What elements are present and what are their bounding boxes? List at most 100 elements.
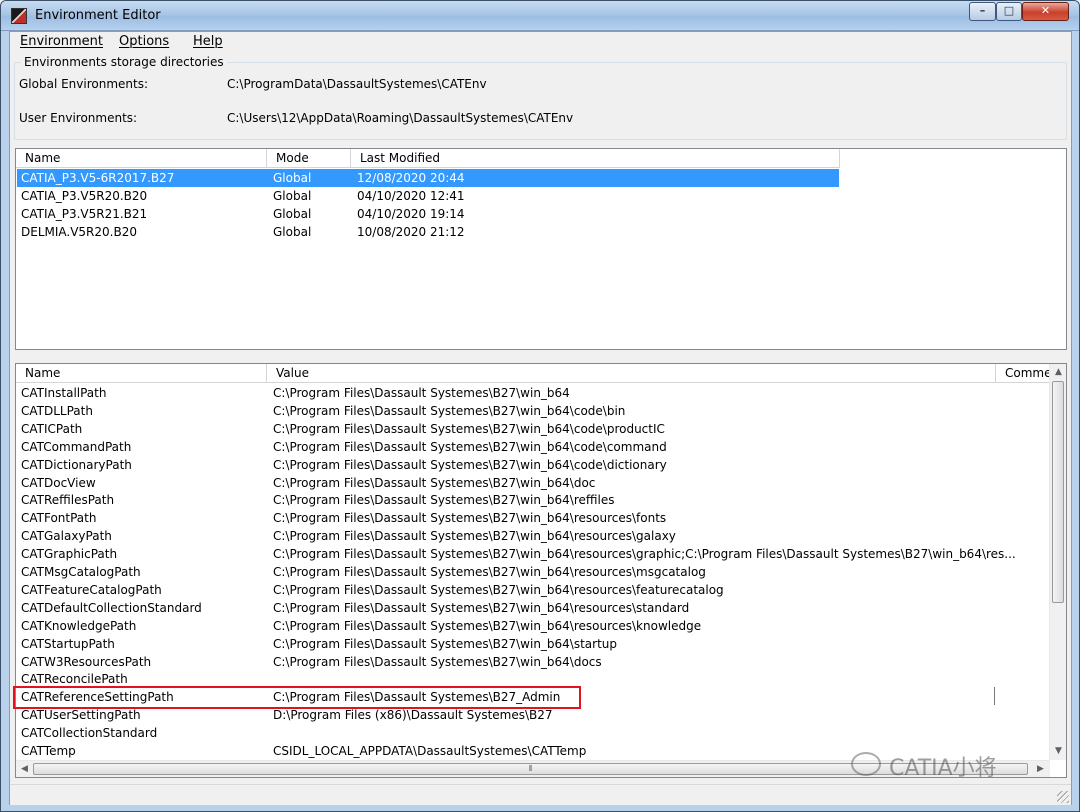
scroll-down-arrow-icon[interactable]: ▼ — [1050, 743, 1066, 760]
environment-last-modified: 04/10/2020 12:41 — [357, 189, 465, 203]
variable-name: CATDocView — [21, 475, 96, 490]
variable-name: CATReferenceSettingPath — [21, 690, 174, 705]
menu-environment[interactable]: Environment — [20, 34, 103, 49]
environment-name: CATIA_P3.V5R20.B20 — [21, 189, 148, 203]
variable-value: C:\Program Files\Dassault Systemes\B27\w… — [273, 493, 615, 508]
vertical-scrollbar[interactable]: ▲ ▼ — [1049, 364, 1066, 760]
environment-row[interactable]: DELMIA.V5R20.B20 Global 10/08/2020 21:12 — [17, 223, 839, 241]
global-environments-path: C:\ProgramData\DassaultSystemes\CATEnv — [227, 77, 487, 91]
variable-name: CATDLLPath — [21, 403, 93, 418]
variable-row[interactable]: CATFeatureCatalogPath C:\Program Files\Da… — [17, 581, 1047, 599]
environments-list[interactable]: Name Mode Last Modified CATIA_P3.V5-6R20… — [15, 148, 1067, 350]
variable-value: C:\Program Files\Dassault Systemes\B27\w… — [273, 547, 1016, 562]
variable-value: C:\Program Files\Dassault Systemes\B27\w… — [273, 457, 667, 472]
variable-row[interactable]: CATInstallPath C:\Program Files\Dassault … — [17, 384, 1047, 402]
watermark: CATIA小将 — [851, 749, 1051, 781]
variables-list[interactable]: Name Value Comme CATInstallPath C:\Progra… — [15, 363, 1067, 778]
environment-row[interactable]: CATIA_P3.V5R20.B20 Global 04/10/2020 12:41 — [17, 187, 839, 205]
environment-mode: Global — [273, 225, 312, 239]
menu-help[interactable]: Help — [193, 34, 223, 49]
menu-bar: Environment Options Help — [10, 32, 1071, 53]
environment-name: CATIA_P3.V5R21.B21 — [21, 207, 148, 221]
variable-name: CATStartupPath — [21, 636, 115, 651]
variable-value: C:\Program Files\Dassault Systemes\B27\w… — [273, 600, 690, 615]
storage-directories-group: Environments storage directories Global … — [14, 55, 1067, 140]
variable-row[interactable]: CATDocView C:\Program Files\Dassault Syst… — [17, 474, 1047, 492]
variable-name: CATUserSettingPath — [21, 708, 141, 723]
variable-value: C:\Program Files\Dassault Systemes\B27\w… — [273, 618, 702, 633]
variable-value: C:\Program Files\Dassault Systemes\B27\w… — [273, 565, 706, 579]
column-mode[interactable]: Mode — [267, 149, 351, 168]
scroll-left-arrow-icon[interactable]: ◀ — [16, 761, 33, 777]
column-last-modified[interactable]: Last Modified — [351, 149, 840, 168]
client-area: Environment Options Help Environments st… — [9, 31, 1072, 805]
variable-row[interactable]: CATStartupPath C:\Program Files\Dassault … — [17, 635, 1047, 653]
variable-name: CATW3ResourcesPath — [21, 654, 152, 669]
watermark-text: CATIA小将 — [889, 756, 997, 781]
variable-row[interactable]: CATW3ResourcesPath C:\Program Files\Dassa… — [17, 653, 1047, 671]
variable-row[interactable]: CATGraphicPath C:\Program Files\Dassault … — [17, 545, 1047, 563]
variable-row[interactable]: CATICPath C:\Program Files\Dassault Syste… — [17, 420, 1047, 438]
resize-grip-icon[interactable] — [1057, 791, 1069, 803]
variable-row[interactable]: CATDictionaryPath C:\Program Files\Dassau… — [17, 456, 1047, 474]
environment-row[interactable]: CATIA_P3.V5-6R2017.B27 Global 12/08/2020 2… — [17, 169, 839, 187]
environment-name: DELMIA.V5R20.B20 — [21, 225, 137, 239]
column-comment[interactable]: Comme — [996, 364, 1050, 383]
variable-name: CATGraphicPath — [21, 547, 118, 562]
environment-row[interactable]: CATIA_P3.V5R21.B21 Global 04/10/2020 19:14 — [17, 205, 839, 223]
variable-row[interactable]: CATKnowledgePath C:\Program Files\Dassaul… — [17, 617, 1047, 635]
window-title: Environment Editor — [35, 8, 161, 23]
column-name[interactable]: Name — [16, 149, 267, 168]
environment-last-modified: 10/08/2020 21:12 — [357, 225, 465, 239]
variable-value: C:\Program Files\Dassault Systemes\B27\w… — [273, 511, 667, 526]
title-bar[interactable]: Environment Editor – □ ✕ — [1, 1, 1079, 31]
environment-last-modified: 12/08/2020 20:44 — [357, 171, 465, 185]
environment-mode: Global — [273, 189, 312, 203]
app-icon[interactable] — [11, 8, 27, 24]
variable-name: CATDictionaryPath — [21, 457, 132, 472]
variable-row[interactable]: CATMsgCatalogPath C:\Program Files\Dassau… — [17, 563, 1047, 581]
variable-name: CATReffilesPath — [21, 493, 115, 508]
variable-row[interactable]: CATCollectionStandard — [17, 724, 1047, 742]
environment-mode: Global — [273, 171, 312, 185]
close-button[interactable]: ✕ — [1022, 2, 1069, 21]
group-legend: Environments storage directories — [21, 55, 227, 69]
minimize-button[interactable]: – — [969, 2, 996, 21]
variable-value: CSIDL_LOCAL_APPDATA\DassaultSystemes\CAT… — [273, 744, 587, 758]
variable-name: CATFeatureCatalogPath — [21, 582, 162, 597]
variable-name: CATInstallPath — [21, 386, 107, 400]
variable-value: C:\Program Files\Dassault Systemes\B27\w… — [273, 421, 665, 436]
scroll-up-arrow-icon[interactable]: ▲ — [1050, 364, 1066, 381]
panel-splitter[interactable] — [14, 351, 1069, 355]
variable-name: CATTemp — [21, 744, 76, 758]
variable-name: CATGalaxyPath — [21, 529, 112, 544]
column-name[interactable]: Name — [16, 364, 267, 383]
variable-row[interactable]: CATCommandPath C:\Program Files\Dassault … — [17, 438, 1047, 456]
variable-value: C:\Program Files\Dassault Systemes\B27\w… — [273, 475, 596, 490]
status-bar — [10, 784, 1071, 805]
variable-value: C:\Program Files\Dassault Systemes\B27\w… — [273, 386, 570, 400]
maximize-button[interactable]: □ — [996, 2, 1022, 21]
global-environments-label: Global Environments: — [19, 77, 149, 91]
value-edit-field[interactable] — [274, 687, 995, 705]
column-value[interactable]: Value — [267, 364, 996, 383]
variable-row[interactable]: CATUserSettingPath D:\Program Files (x86)… — [17, 706, 1047, 724]
variable-row[interactable]: CATReffilesPath C:\Program Files\Dassault… — [17, 491, 1047, 509]
scroll-thumb[interactable] — [1052, 381, 1064, 603]
user-environments-label: User Environments: — [19, 111, 138, 125]
variable-row[interactable]: CATDLLPath C:\Program Files\Dassault Syst… — [17, 402, 1047, 420]
environment-mode: Global — [273, 207, 312, 221]
environment-last-modified: 04/10/2020 19:14 — [357, 207, 465, 221]
variable-name: CATCollectionStandard — [21, 726, 158, 741]
variable-row[interactable]: CATDefaultCollectionStandard C:\Program F… — [17, 599, 1047, 617]
variable-name: CATDefaultCollectionStandard — [21, 600, 202, 615]
variable-name: CATReconcilePath — [21, 672, 128, 687]
menu-options[interactable]: Options — [119, 34, 169, 49]
variable-row[interactable]: CATGalaxyPath C:\Program Files\Dassault S… — [17, 527, 1047, 545]
variable-name: CATFontPath — [21, 511, 97, 526]
variable-row[interactable]: CATReconcilePath — [17, 670, 1047, 688]
wechat-icon — [851, 752, 881, 776]
environment-editor-window: Environment Editor – □ ✕ Environment Opt… — [0, 0, 1080, 812]
variable-row[interactable]: CATFontPath C:\Program Files\Dassault Sys… — [17, 509, 1047, 527]
variable-name: CATMsgCatalogPath — [21, 565, 141, 579]
